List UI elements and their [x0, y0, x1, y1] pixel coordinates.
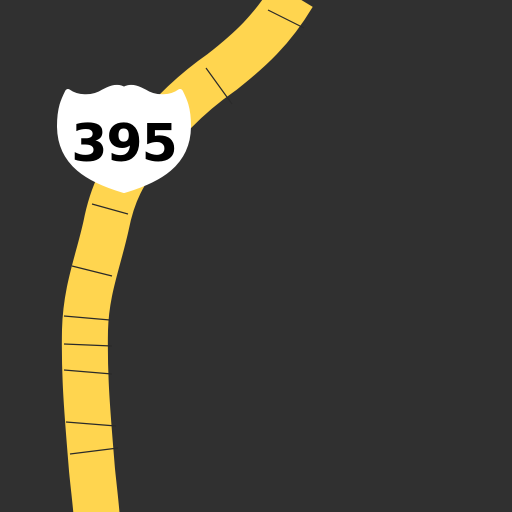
- highway-road-segment[interactable]: [61, 0, 313, 512]
- us-highway-shield-icon[interactable]: 395: [57, 84, 191, 193]
- route-number-label: 395: [71, 114, 177, 174]
- map-view[interactable]: 395: [0, 0, 512, 512]
- map-canvas[interactable]: 395: [0, 0, 512, 512]
